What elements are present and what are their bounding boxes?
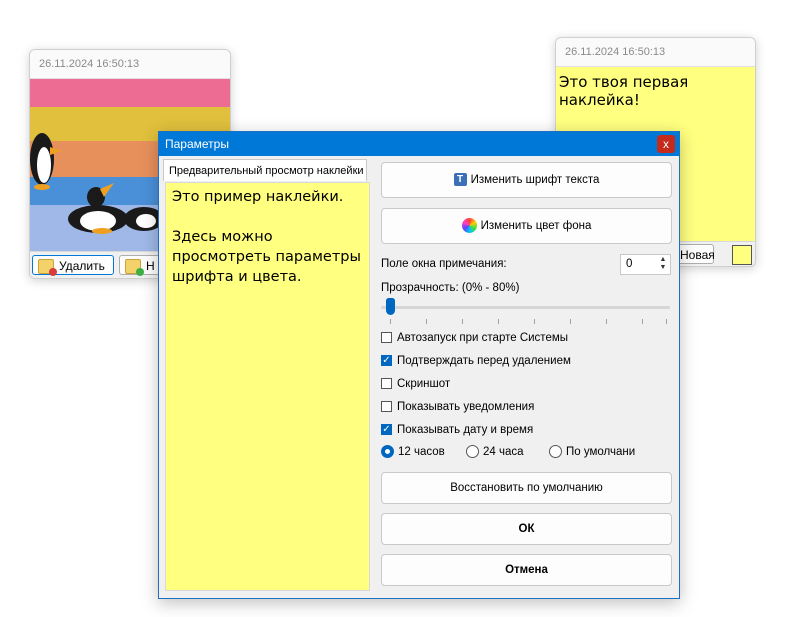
radio-icon [549,445,562,458]
slider-tick [534,319,535,324]
delete-note-icon [38,259,57,276]
slider-tick [642,319,643,324]
autostart-label: Автозапуск при старте Системы [397,332,569,344]
delete-button[interactable]: Удалить [32,255,114,276]
change-color-button[interactable]: Изменить цвет фона [381,208,672,244]
radio-selected-icon [381,445,394,458]
settings-dialog: Параметры x Предварительный просмотр нак… [158,131,680,599]
font-icon: T [453,173,467,187]
note-timestamp: 26.11.2024 16:50:13 [556,38,755,67]
radio-default[interactable]: По умолчани [549,444,635,460]
margin-stepper[interactable]: 0 ▲ ▼ [620,254,671,275]
slider-tick [570,319,571,324]
checkbox-box [381,378,392,389]
penguin-center-icon [68,183,128,234]
radio-24h-label: 24 часа [483,446,524,458]
color-wheel-icon [461,218,477,234]
autostart-checkbox[interactable]: Автозапуск при старте Системы [381,330,568,346]
slider-tick [390,319,391,324]
cancel-label: Отмена [505,564,548,576]
slider-tick [666,319,667,324]
tab-preview[interactable]: Предварительный просмотр наклейки [163,159,367,181]
checkbox-box [381,332,392,343]
show-datetime-label: Показывать дату и время [397,424,534,436]
slider-tick [426,319,427,324]
dialog-title: Параметры [165,137,229,151]
new-button-label: Н [146,259,155,273]
checkbox-box [381,401,392,412]
penguin-left-icon [30,133,62,190]
preview-line-1: Это пример наклейки. [172,189,344,205]
margin-label: Поле окна примечания: [381,258,507,270]
new-button-label: Новая [680,248,715,262]
change-font-button[interactable]: T Изменить шрифт текста [381,162,672,198]
restore-defaults-button[interactable]: Восстановить по умолчанию [381,472,672,504]
slider-tick [498,319,499,324]
checkmark-icon: ✓ [381,355,392,366]
opacity-slider-track[interactable] [381,306,670,309]
slider-tick [462,319,463,324]
radio-24h[interactable]: 24 часа [466,444,524,460]
notifications-checkbox[interactable]: Показывать уведомления [381,399,534,415]
radio-default-label: По умолчани [566,446,636,458]
screenshot-checkbox[interactable]: Скриншот [381,376,450,392]
change-color-label: Изменить цвет фона [480,220,592,232]
margin-value: 0 [626,258,633,270]
new-note-icon [125,259,144,276]
slider-tick [606,319,607,324]
screenshot-label: Скриншот [397,378,451,390]
cancel-button[interactable]: Отмена [381,554,672,586]
restore-defaults-label: Восстановить по умолчанию [450,482,603,494]
opacity-label: Прозрачность: (0% - 80%) [381,282,520,294]
change-font-label: Изменить шрифт текста [470,174,600,186]
close-icon: x [663,137,669,151]
opacity-slider-thumb[interactable] [386,298,395,315]
delete-button-label: Удалить [59,259,105,273]
ok-label: ОК [518,523,535,535]
dialog-titlebar[interactable]: Параметры x [159,132,679,156]
stepper-arrows-icon[interactable]: ▲ ▼ [657,256,669,273]
checkmark-icon: ✓ [381,424,392,435]
notifications-label: Показывать уведомления [397,401,535,413]
radio-12h-label: 12 часов [398,446,445,458]
note-timestamp: 26.11.2024 16:50:13 [30,50,230,79]
confirm-delete-label: Подтверждать перед удалением [397,355,571,367]
confirm-delete-checkbox[interactable]: ✓ Подтверждать перед удалением [381,353,571,369]
show-datetime-checkbox[interactable]: ✓ Показывать дату и время [381,422,533,438]
radio-12h[interactable]: 12 часов [381,444,445,460]
radio-icon [466,445,479,458]
preview-line-2: Здесь можно просмотреть параметры шрифта… [172,229,361,285]
note-preview: Это пример наклейки. Здесь можно просмот… [165,182,370,591]
note-color-swatch[interactable] [732,245,752,265]
close-button[interactable]: x [657,135,675,153]
ok-button[interactable]: ОК [381,513,672,545]
